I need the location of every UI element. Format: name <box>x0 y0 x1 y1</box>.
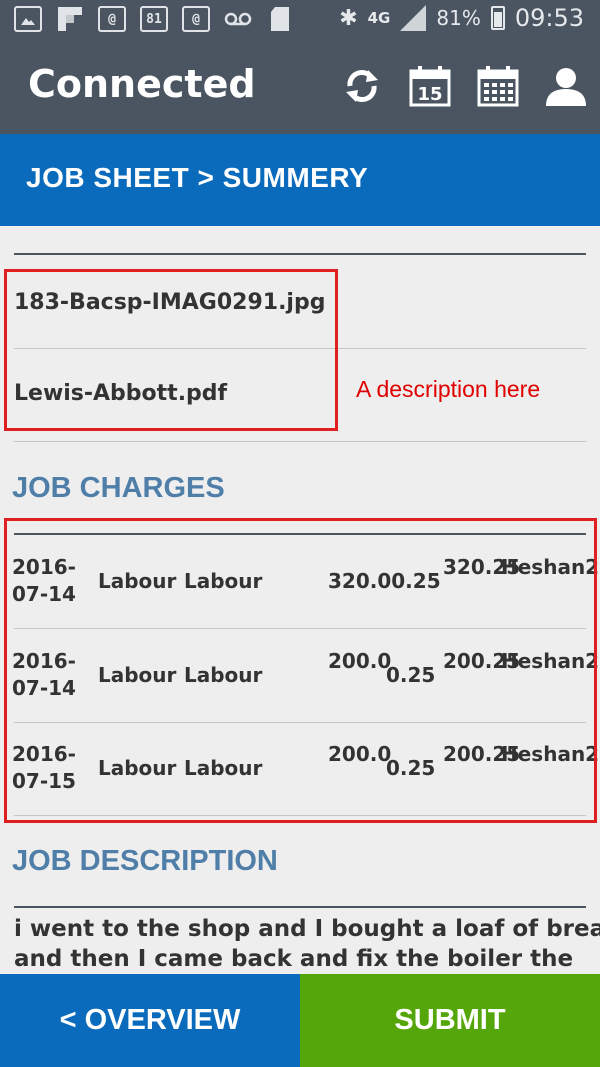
network-type: 4G <box>367 9 391 27</box>
calendar-month-icon[interactable] <box>476 64 520 108</box>
sd-card-icon <box>266 6 294 32</box>
job-description-heading: JOB DESCRIPTION <box>12 845 278 877</box>
status-bar: @ 81 @ ✱ 4G 81% 09:53 <box>0 0 600 40</box>
divider <box>14 253 586 255</box>
email-icon: @ <box>182 6 210 32</box>
app-bar: Connected 15 <box>0 40 600 134</box>
battery-percent: 81% <box>436 6 481 30</box>
bluetooth-icon: ✱ <box>339 5 358 31</box>
image-icon <box>14 6 42 32</box>
divider <box>14 441 586 442</box>
system-status: ✱ 4G 81% 09:53 <box>339 4 584 32</box>
voicemail-icon <box>224 6 252 32</box>
sync-icon[interactable] <box>340 64 384 108</box>
app-actions: 15 <box>340 64 588 108</box>
app-title: Connected <box>28 62 256 106</box>
footer-actions: < OVERVIEW SUBMIT <box>0 974 600 1067</box>
divider <box>14 906 586 908</box>
summary-content[interactable]: 183-Bacsp-IMAG0291.jpg Lewis-Abbott.pdf … <box>0 226 600 974</box>
breadcrumb: JOB SHEET > SUMMERY <box>26 162 369 193</box>
annotation-box <box>4 269 338 431</box>
job-description-line: and then I came back and fix the boiler … <box>14 946 574 972</box>
battery-icon <box>490 6 505 30</box>
annotation-box <box>4 518 597 823</box>
signal-icon <box>400 5 427 31</box>
profile-icon[interactable] <box>544 64 588 108</box>
job-description-text: i went to the shop and I bought a loaf o… <box>14 914 600 974</box>
clock: 09:53 <box>514 4 584 32</box>
job-charges-heading: JOB CHARGES <box>12 472 225 504</box>
annotation-text: A description here <box>356 376 541 402</box>
job-description-line: i went to the shop and I bought a loaf o… <box>14 916 600 942</box>
flipboard-icon <box>56 6 84 32</box>
svg-text:15: 15 <box>417 84 442 105</box>
calendar-81-icon: 81 <box>140 6 168 32</box>
missed-email-icon: @ <box>98 6 126 32</box>
overview-button[interactable]: < OVERVIEW <box>0 974 300 1067</box>
breadcrumb-bar: JOB SHEET > SUMMERY <box>0 134 600 226</box>
calendar-day-icon[interactable]: 15 <box>408 64 452 108</box>
submit-button[interactable]: SUBMIT <box>300 974 600 1067</box>
notification-icons: @ 81 @ <box>14 6 294 32</box>
